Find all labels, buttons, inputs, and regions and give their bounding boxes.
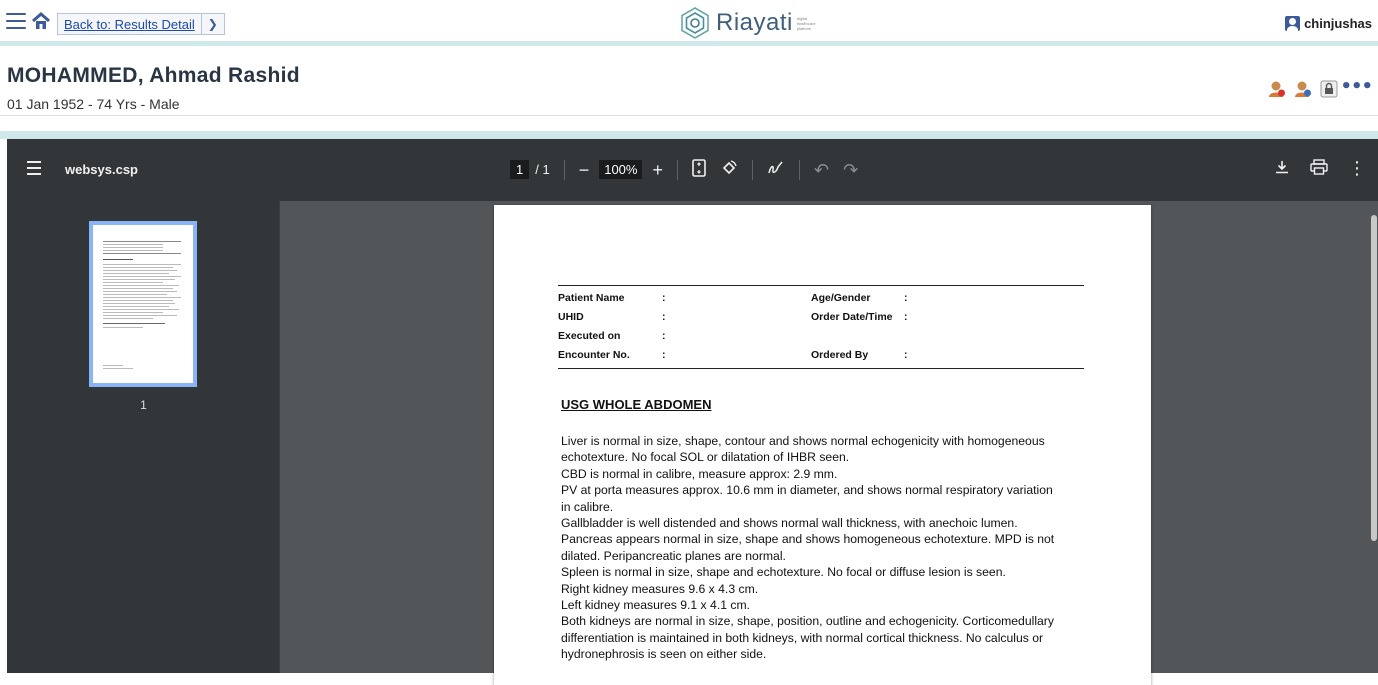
pdf-page: Patient Name: Age/Gender: UHID: Order Date/…	[494, 205, 1151, 685]
zoom-out-icon[interactable]: −	[579, 161, 590, 179]
report-line: Gallbladder is well distended and shows …	[561, 516, 1018, 531]
header-cell: :	[904, 292, 908, 304]
patient-name: MOHAMMED, Ahmad Rashid	[7, 64, 300, 87]
header-cell: :	[662, 330, 666, 342]
scrollbar[interactable]	[1370, 205, 1378, 673]
thumbnail-sidebar: 1	[7, 201, 280, 673]
patient-actions	[1268, 80, 1338, 98]
riayati-logo-icon	[681, 7, 709, 39]
toolbar-separator	[751, 159, 753, 180]
header-cell: Patient Name	[558, 292, 625, 304]
report-body: Liver is normal in size, shape, contour …	[561, 433, 1091, 663]
toolbar-separator	[563, 159, 565, 180]
back-button[interactable]: Back to: Results Detail ❯	[57, 13, 225, 35]
header-row: UHID: Order Date/Time:	[558, 309, 1084, 328]
home-icon[interactable]	[31, 11, 51, 31]
pdf-viewer: websys.csp 1 / 1 − 100% + ↶ ↷ ⋮ 1 Patien…	[7, 139, 1378, 685]
toolbar-separator	[676, 159, 678, 180]
report-line: Both kidneys are normal in size, shape, …	[561, 614, 1054, 629]
report-line: Pancreas appears normal in size, shape a…	[561, 532, 1055, 547]
chevron-right-icon[interactable]: ❯	[202, 14, 224, 34]
sidebar-toggle-icon[interactable]	[27, 161, 41, 175]
report-line: echotexture. No focal SOL or dilatation …	[561, 450, 850, 465]
annotate-icon[interactable]	[767, 159, 785, 180]
scrollbar-thumb[interactable]	[1371, 215, 1377, 541]
menu-icon[interactable]	[6, 13, 26, 31]
thumbnail-page-number: 1	[140, 398, 147, 412]
patient-banner: MOHAMMED, Ahmad Rashid 01 Jan 1952 - 74 …	[0, 51, 1378, 116]
header-cell: :	[904, 349, 908, 361]
report-line: dilated. Peripancreatic planes are norma…	[561, 548, 786, 563]
brand-name: Riayati	[716, 9, 793, 36]
report-header-table: Patient Name: Age/Gender: UHID: Order Date/…	[558, 285, 1084, 369]
more-options-icon[interactable]: •••	[1340, 76, 1373, 97]
header-cell: Encounter No.	[558, 349, 630, 361]
download-icon[interactable]	[1274, 159, 1290, 179]
report-line: Right kidney measures 9.6 x 4.3 cm.	[561, 581, 759, 596]
report-line: Liver is normal in size, shape, contour …	[561, 434, 1045, 448]
rotate-icon[interactable]	[720, 159, 738, 180]
header-cell: :	[662, 349, 666, 361]
report-line: Left kidney measures 9.1 x 4.1 cm.	[561, 598, 750, 613]
header-cell: UHID	[558, 311, 584, 323]
header-cell: Age/Gender	[811, 292, 871, 304]
header-row: Patient Name: Age/Gender:	[558, 290, 1084, 309]
top-bar: Back to: Results Detail ❯ Riayati digita…	[0, 0, 1378, 46]
page-total: / 1	[535, 162, 550, 177]
header-row: Encounter No.: Ordered By:	[558, 347, 1084, 366]
report-line: CBD is normal in calibre, measure approx…	[561, 466, 838, 481]
report-line: Spleen is normal in size, shape and echo…	[561, 565, 1006, 580]
brand-logo: Riayati digital healthcare platform	[678, 6, 816, 40]
report-title: USG WHOLE ABDOMEN	[561, 397, 712, 412]
header-cell: Ordered By	[811, 349, 869, 361]
report-line: differentiation is maintained in both ki…	[561, 630, 1044, 645]
divider-strip	[0, 131, 1378, 139]
brand-tagline: digital healthcare platform	[796, 15, 816, 31]
report-line: PV at porta measures approx. 10.6 mm in …	[561, 483, 1053, 498]
page-thumbnail[interactable]	[89, 221, 197, 387]
report-line: hydronephrosis is seen on either side.	[561, 647, 767, 662]
patient-info-icon[interactable]	[1294, 80, 1312, 98]
header-cell: :	[662, 311, 666, 323]
undo-icon[interactable]: ↶	[814, 161, 829, 179]
document-title: websys.csp	[65, 162, 138, 177]
pdf-actions: ⋮	[1274, 159, 1366, 179]
zoom-in-icon[interactable]: +	[652, 161, 663, 179]
fit-page-icon[interactable]	[692, 159, 706, 180]
pdf-toolbar: websys.csp 1 / 1 − 100% + ↶ ↷ ⋮	[7, 139, 1378, 201]
report-line: in calibre.	[561, 499, 614, 514]
username[interactable]: chinjushas	[1304, 16, 1372, 31]
header-cell: Order Date/Time	[811, 311, 893, 323]
page-number-input[interactable]: 1	[510, 160, 530, 179]
header-cell: :	[904, 311, 908, 323]
user-menu[interactable]: chinjushas	[1285, 16, 1372, 31]
header-row: Executed on:	[558, 328, 1084, 347]
header-cell: Executed on	[558, 330, 621, 342]
back-link[interactable]: Back to: Results Detail	[58, 14, 202, 34]
patient-alert-icon[interactable]	[1268, 80, 1286, 98]
toolbar-separator	[798, 159, 800, 180]
lock-icon[interactable]	[1320, 80, 1338, 98]
patient-demographics: 01 Jan 1952 - 74 Yrs - Male	[7, 96, 180, 112]
print-icon[interactable]	[1310, 159, 1328, 179]
user-icon	[1285, 16, 1301, 31]
zoom-input[interactable]: 100%	[599, 160, 643, 179]
header-cell: :	[662, 292, 666, 304]
pdf-controls: 1 / 1 − 100% + ↶ ↷	[510, 159, 858, 180]
more-vert-icon[interactable]: ⋮	[1348, 160, 1366, 178]
redo-icon[interactable]: ↷	[843, 161, 858, 179]
